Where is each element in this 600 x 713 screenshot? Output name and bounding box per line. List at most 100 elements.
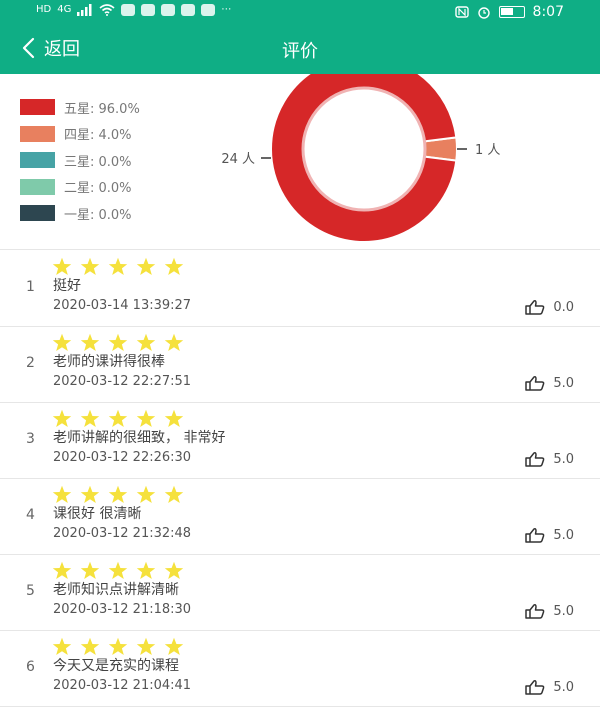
app-notification-icon bbox=[161, 4, 176, 16]
like-count: 5.0 bbox=[553, 451, 574, 467]
review-item[interactable]: 4 课很好 很清晰 2020-03-12 21:32:48 5.0 bbox=[0, 479, 600, 555]
legend-swatch bbox=[20, 178, 55, 195]
app-notification-icon bbox=[121, 4, 136, 16]
review-date: 2020-03-12 22:27:51 bbox=[53, 374, 192, 389]
review-date: 2020-03-12 21:04:41 bbox=[53, 678, 192, 693]
rating-donut-chart: 1 人 24 人 bbox=[200, 55, 600, 250]
legend-item[interactable]: 四星: 4.0% bbox=[20, 121, 140, 148]
star-icon bbox=[108, 333, 128, 351]
donut-chart-svg: 1 人 24 人 bbox=[221, 55, 500, 243]
legend-label: 五星: 96.0% bbox=[64, 101, 140, 117]
like-button[interactable]: 5.0 bbox=[523, 679, 574, 695]
star-icon bbox=[164, 333, 184, 351]
review-index: 1 bbox=[26, 279, 35, 295]
like-button[interactable]: 5.0 bbox=[523, 527, 574, 543]
battery-icon bbox=[498, 6, 525, 18]
review-comment: 老师的课讲得很棒 bbox=[53, 354, 165, 370]
review-date: 2020-03-12 21:18:30 bbox=[53, 602, 192, 617]
more-notifications-icon: ⋯ bbox=[221, 4, 232, 15]
star-icon bbox=[136, 333, 156, 351]
page-title: 评价 bbox=[282, 41, 318, 62]
review-comment: 老师知识点讲解清晰 bbox=[53, 582, 179, 598]
star-icon bbox=[136, 485, 156, 503]
legend-item[interactable]: 二星: 0.0% bbox=[20, 174, 140, 201]
status-bar-left: HD 4G ⋯ bbox=[36, 4, 231, 16]
star-icon bbox=[52, 485, 72, 503]
review-list: 1 挺好 2020-03-14 13:39:27 0.0 2 老师的课讲得很棒 2020-0… bbox=[0, 251, 600, 707]
legend-label: 三星: 0.0% bbox=[64, 154, 132, 170]
like-count: 5.0 bbox=[553, 679, 574, 695]
legend-label: 四星: 4.0% bbox=[64, 128, 132, 144]
hd-indicator: HD bbox=[36, 4, 52, 15]
legend-label: 一星: 0.0% bbox=[64, 207, 132, 223]
star-icon bbox=[164, 409, 184, 427]
star-icon bbox=[164, 637, 184, 655]
donut-hole bbox=[301, 86, 427, 212]
slice-label-five-star: 24 人 bbox=[221, 152, 255, 167]
star-icon bbox=[108, 485, 128, 503]
star-icon bbox=[164, 561, 184, 579]
network-indicator: 4G bbox=[57, 4, 72, 15]
review-date: 2020-03-12 22:26:30 bbox=[53, 450, 192, 465]
slice-label-four-star: 1 人 bbox=[475, 143, 500, 158]
review-comment: 课很好 很清晰 bbox=[53, 506, 142, 522]
app-notification-icon bbox=[141, 4, 156, 16]
star-icon bbox=[52, 257, 72, 275]
rating-summary: 五星: 96.0% 四星: 4.0% 三星: 0.0% 二星: 0.0% 一星: 0.0… bbox=[0, 55, 600, 250]
star-icon bbox=[52, 637, 72, 655]
star-icon bbox=[136, 409, 156, 427]
legend-item[interactable]: 五星: 96.0% bbox=[20, 94, 140, 121]
like-count: 0.0 bbox=[553, 299, 574, 315]
like-button[interactable]: 0.0 bbox=[523, 299, 574, 315]
legend-label: 二星: 0.0% bbox=[64, 181, 132, 197]
star-icon bbox=[80, 409, 100, 427]
app-notification-icon bbox=[201, 4, 216, 16]
review-item[interactable]: 6 今天又是充实的课程 2020-03-12 21:04:41 5.0 bbox=[0, 631, 600, 707]
review-comment: 老师讲解的很细致， 非常好 bbox=[53, 430, 226, 446]
review-index: 3 bbox=[26, 431, 35, 447]
star-icon bbox=[136, 637, 156, 655]
review-date: 2020-03-12 21:32:48 bbox=[53, 526, 192, 541]
app-notification-icon bbox=[181, 4, 196, 16]
review-item[interactable]: 3 老师讲解的很细致， 非常好 2020-03-12 22:26:30 5.0 bbox=[0, 403, 600, 479]
star-icon bbox=[108, 257, 128, 275]
star-icon bbox=[52, 409, 72, 427]
wifi-icon bbox=[99, 4, 115, 16]
legend-swatch bbox=[20, 152, 55, 169]
thumbs-up-icon bbox=[525, 528, 545, 543]
legend-swatch bbox=[20, 99, 55, 116]
like-button[interactable]: 5.0 bbox=[523, 603, 574, 619]
review-item[interactable]: 1 挺好 2020-03-14 13:39:27 0.0 bbox=[0, 251, 600, 327]
thumbs-up-icon bbox=[525, 680, 545, 695]
chart-legend: 五星: 96.0% 四星: 4.0% 三星: 0.0% 二星: 0.0% 一星: 0.0… bbox=[20, 94, 140, 227]
star-icon bbox=[80, 257, 100, 275]
review-item[interactable]: 5 老师知识点讲解清晰 2020-03-12 21:18:30 5.0 bbox=[0, 555, 600, 631]
star-icon bbox=[52, 561, 72, 579]
review-index: 5 bbox=[26, 583, 35, 599]
star-rating bbox=[52, 409, 184, 428]
star-icon bbox=[108, 637, 128, 655]
nfc-icon bbox=[454, 6, 469, 18]
review-item[interactable]: 2 老师的课讲得很棒 2020-03-12 22:27:51 5.0 bbox=[0, 327, 600, 403]
star-rating bbox=[52, 485, 184, 504]
legend-swatch bbox=[20, 205, 55, 222]
review-comment: 今天又是充实的课程 bbox=[53, 658, 179, 674]
signal-icon bbox=[77, 4, 92, 16]
star-rating bbox=[52, 561, 184, 580]
status-bar-right: 8:07 bbox=[454, 4, 564, 20]
legend-item[interactable]: 一星: 0.0% bbox=[20, 200, 140, 227]
like-button[interactable]: 5.0 bbox=[523, 375, 574, 391]
like-button[interactable]: 5.0 bbox=[523, 451, 574, 467]
like-count: 5.0 bbox=[553, 527, 574, 543]
star-icon bbox=[164, 257, 184, 275]
star-icon bbox=[80, 561, 100, 579]
star-icon bbox=[52, 333, 72, 351]
star-icon bbox=[164, 485, 184, 503]
legend-item[interactable]: 三星: 0.0% bbox=[20, 147, 140, 174]
star-icon bbox=[80, 637, 100, 655]
star-icon bbox=[136, 561, 156, 579]
status-bar: HD 4G ⋯ 8:07 bbox=[0, 0, 600, 24]
star-rating bbox=[52, 637, 184, 656]
review-index: 4 bbox=[26, 507, 35, 523]
thumbs-up-icon bbox=[525, 604, 545, 619]
